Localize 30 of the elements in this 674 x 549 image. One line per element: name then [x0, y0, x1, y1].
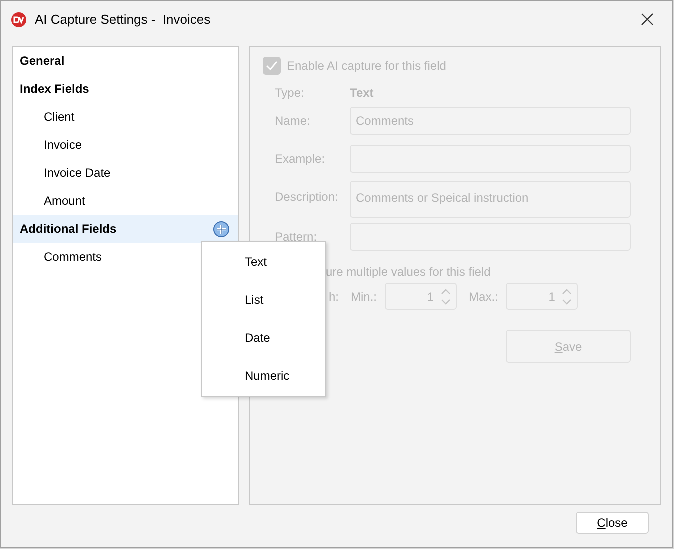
menu-item[interactable]: Date	[202, 319, 325, 357]
sidebar-item[interactable]: Amount	[13, 187, 238, 215]
field-label: Description:	[275, 189, 340, 206]
app-logo-icon	[11, 12, 27, 28]
spinner-label: Min.:	[351, 288, 378, 306]
checkbox-label: Enable AI capture for this field	[287, 58, 446, 75]
field-label: h:	[329, 288, 340, 306]
field-label: Pattern:	[275, 229, 318, 246]
spinner-arrows-icon	[440, 288, 452, 306]
sidebar-item[interactable]: Invoice Date	[13, 159, 238, 187]
checkbox-label: ure multiple values for this field	[326, 264, 491, 281]
check-icon	[266, 61, 278, 71]
menu-item[interactable]: List	[202, 281, 325, 319]
spinner-arrows-icon	[561, 288, 574, 306]
close-icon[interactable]	[641, 13, 654, 26]
field-label: Example:	[275, 151, 326, 168]
sidebar-item[interactable]: Index Fields	[13, 75, 238, 103]
field-label: Type:	[275, 85, 306, 102]
type-value: Text	[350, 85, 374, 102]
spinner-label: Max.:	[469, 288, 498, 306]
field-label: Name:	[275, 113, 312, 130]
window-title: AI Capture Settings - Invoices	[35, 10, 212, 29]
add-icon[interactable]	[213, 220, 230, 238]
sidebar-item[interactable]: General	[13, 47, 238, 75]
sidebar-item[interactable]: Additional Fields	[13, 215, 238, 243]
sidebar-item[interactable]: Client	[13, 103, 238, 131]
sidebar-item[interactable]: Invoice	[13, 131, 238, 159]
menu-item[interactable]: Numeric	[202, 357, 325, 395]
close-button[interactable]: Close	[576, 512, 649, 534]
menu-item[interactable]: Text	[202, 243, 325, 281]
